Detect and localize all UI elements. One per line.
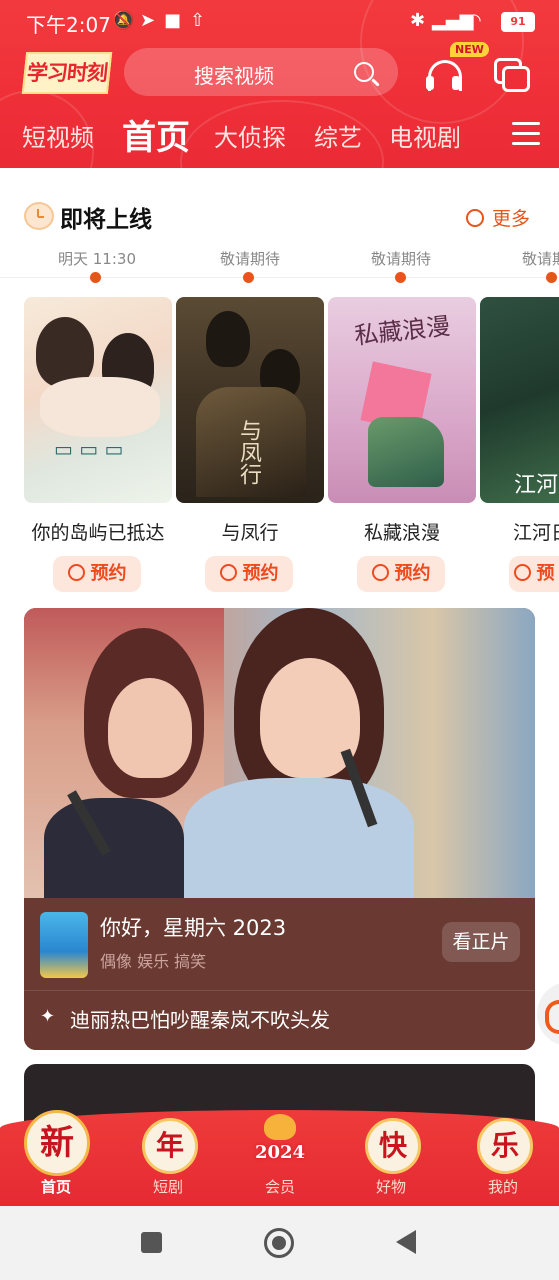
- menu-icon[interactable]: [512, 122, 540, 146]
- timeline-dot: [243, 272, 254, 283]
- reserve-label: 预: [536, 563, 555, 584]
- schedule-label: 敬请期待: [219, 250, 280, 268]
- app-header: 下午2:07 🔕 ➤ ■ ⇧ ✱ ▂▄▆ ◠ 91 学习时刻 搜索视频 NEW …: [0, 0, 559, 168]
- tab-bar-goods[interactable]: 快 好物: [351, 1108, 431, 1198]
- upload-icon: ⇧: [190, 10, 206, 31]
- schedule-label: 明天 11:30: [58, 250, 136, 268]
- schedule-label: 敬请期待: [522, 250, 559, 268]
- schedule-label: 敬请期待: [370, 250, 431, 268]
- alarm-icon: [513, 564, 531, 581]
- poster-romance[interactable]: 私藏浪漫: [328, 297, 476, 503]
- tab-glyph: 快: [365, 1118, 421, 1174]
- new-badge: NEW: [450, 42, 489, 57]
- tab-label: 会员: [264, 1178, 295, 1196]
- system-navigation-bar: [0, 1206, 559, 1280]
- search-icon[interactable]: [354, 62, 374, 82]
- alarm-icon: [219, 564, 237, 581]
- mute-icon: 🔕: [112, 10, 135, 31]
- upcoming-header: 即将上线 更多: [0, 196, 559, 240]
- timeline-dot: [395, 272, 406, 283]
- floating-side-button[interactable]: [537, 982, 559, 1046]
- more-button[interactable]: 更多: [466, 204, 530, 231]
- tab-glyph: 新: [24, 1110, 90, 1176]
- reserve-button[interactable]: 预约: [53, 556, 141, 592]
- watch-full-button[interactable]: 看正片: [442, 922, 520, 962]
- app-notification-icon: ■: [164, 10, 182, 31]
- reserve-button[interactable]: 预: [509, 556, 559, 592]
- back-button[interactable]: [396, 1230, 416, 1254]
- search-bar[interactable]: 搜索视频: [124, 48, 398, 96]
- bluetooth-icon: ✱: [410, 10, 426, 31]
- show-name: 私藏浪漫: [363, 522, 440, 544]
- bottom-tab-bar: 新 首页 年 短剧 2024 会员 快 好物 乐 我的: [0, 1100, 559, 1206]
- poster-river[interactable]: 江河: [480, 297, 559, 503]
- featured-video-thumbnail[interactable]: [24, 608, 535, 898]
- highlight-headline[interactable]: 迪丽热巴怕吵醒秦岚不吹头发: [70, 1004, 330, 1033]
- release-timeline: 明天 11:30 敬请期待 敬请期待 敬请期待: [0, 242, 559, 283]
- timeline-dot: [90, 272, 101, 283]
- reserve-button[interactable]: 预约: [205, 556, 293, 592]
- tab-detective[interactable]: 大侦探: [214, 118, 286, 153]
- messages-icon[interactable]: [494, 58, 530, 92]
- show-name: 与凤行: [221, 522, 279, 544]
- tab-variety[interactable]: 综艺: [314, 118, 362, 153]
- alarm-clock-icon: [24, 202, 54, 230]
- reserve-button[interactable]: 预约: [357, 556, 445, 592]
- show-info-panel: 你好，星期六 2023 偶像 娱乐 搞笑 看正片 ✦ 迪丽热巴怕吵醒秦岚不吹头发: [24, 898, 535, 1050]
- show-title[interactable]: 你好，星期六 2023: [100, 912, 286, 942]
- more-label: 更多: [492, 208, 531, 230]
- sparkle-icon: ✦: [40, 1006, 56, 1027]
- timeline-dot: [546, 272, 557, 283]
- featured-show-card[interactable]: 你好，星期六 2023 偶像 娱乐 搞笑 看正片 ✦ 迪丽热巴怕吵醒秦岚不吹头发: [24, 608, 535, 1050]
- alarm-icon: [371, 564, 389, 581]
- tab-label: 短剧: [152, 1178, 183, 1196]
- app-logo[interactable]: 学习时刻: [21, 52, 113, 94]
- reserve-label: 预约: [90, 563, 127, 584]
- show-thumbnail[interactable]: [40, 912, 88, 978]
- home-button[interactable]: [264, 1228, 294, 1258]
- clock-icon: [466, 209, 484, 227]
- tab-label: 我的: [487, 1178, 518, 1196]
- tab-bar-vip[interactable]: 2024 会员: [240, 1108, 320, 1198]
- wifi-icon: ◠: [466, 10, 482, 31]
- tab-home[interactable]: 首页: [122, 110, 190, 159]
- telegram-icon: ➤: [140, 10, 156, 31]
- headphones-icon[interactable]: [426, 58, 462, 92]
- dragon-2024-icon: 2024: [255, 1114, 305, 1170]
- show-name: 你的岛屿已抵达: [31, 522, 165, 544]
- alarm-icon: [67, 564, 85, 581]
- tab-glyph: 乐: [477, 1118, 533, 1174]
- tab-bar-mine[interactable]: 乐 我的: [463, 1108, 543, 1198]
- tab-label: 首页: [40, 1178, 71, 1196]
- show-name: 江河日: [513, 522, 559, 544]
- tab-bar-home[interactable]: 新 首页: [16, 1108, 96, 1198]
- poster-fengxing[interactable]: 与凤行: [176, 297, 324, 503]
- tab-glyph: 2024: [254, 1142, 306, 1163]
- battery-icon: 91: [501, 12, 535, 32]
- reserve-label: 预约: [394, 563, 431, 584]
- reserve-label: 预约: [242, 563, 279, 584]
- category-tabs: 短视频 首页 大侦探 综艺 电视剧: [0, 108, 559, 164]
- tab-short-video[interactable]: 短视频: [22, 118, 94, 153]
- show-tags: 偶像 娱乐 搞笑: [100, 952, 207, 971]
- tab-tv-series[interactable]: 电视剧: [389, 118, 461, 153]
- section-title: 即将上线: [60, 207, 152, 233]
- poster-island[interactable]: ▭ ▭ ▭: [24, 297, 172, 503]
- divider: [24, 990, 535, 991]
- search-placeholder: 搜索视频: [194, 64, 274, 88]
- status-bar: 下午2:07 🔕 ➤ ■ ⇧ ✱ ▂▄▆ ◠ 91: [0, 0, 559, 42]
- tab-label: 好物: [375, 1178, 406, 1196]
- status-time: 下午2:07: [26, 13, 111, 37]
- tab-glyph: 年: [142, 1118, 198, 1174]
- tab-bar-short-drama[interactable]: 年 短剧: [128, 1108, 208, 1198]
- recent-apps-button[interactable]: [141, 1232, 162, 1253]
